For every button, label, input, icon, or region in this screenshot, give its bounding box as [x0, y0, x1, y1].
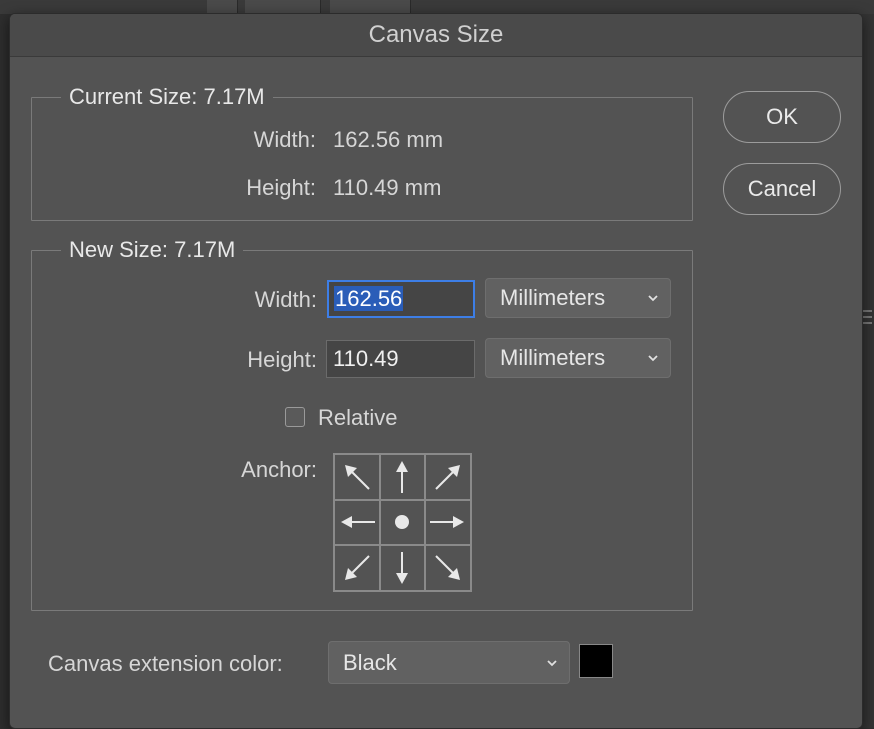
- new-height-input[interactable]: 110.49: [326, 340, 475, 378]
- anchor-grid: [333, 453, 472, 592]
- chevron-down-icon: [648, 295, 658, 302]
- arrow-down-left-icon: [344, 555, 370, 581]
- current-size-legend: Current Size: 7.17M: [69, 84, 265, 109]
- new-width-selected-text: 162.56: [334, 286, 404, 311]
- height-unit-value: Millimeters: [500, 345, 606, 370]
- ok-button[interactable]: OK: [723, 91, 841, 143]
- anchor-top[interactable]: [379, 454, 426, 500]
- extension-color-value: Black: [343, 650, 397, 675]
- new-height-label: Height:: [247, 347, 317, 372]
- anchor-bottom[interactable]: [379, 545, 426, 591]
- new-width-input[interactable]: 162.56: [327, 280, 475, 318]
- anchor-left[interactable]: [334, 499, 380, 546]
- anchor-top-left[interactable]: [334, 454, 380, 500]
- anchor-right[interactable]: [425, 499, 471, 546]
- relative-label: Relative: [318, 405, 398, 430]
- current-width-value: 162.56 mm: [333, 127, 444, 152]
- new-height-value: 110.49: [333, 346, 399, 371]
- anchor-bottom-left[interactable]: [334, 545, 380, 591]
- background-tick: [862, 316, 872, 318]
- background-tick: [862, 310, 872, 312]
- height-unit-select[interactable]: Millimeters: [485, 338, 671, 378]
- chevron-down-icon: [648, 355, 658, 362]
- arrow-left-icon: [340, 516, 375, 529]
- anchor-bottom-right[interactable]: [425, 545, 471, 591]
- cancel-button[interactable]: Cancel: [723, 163, 841, 215]
- anchor-label: Anchor:: [241, 457, 317, 482]
- background-app-toolbar: [0, 0, 874, 14]
- current-height-value: 110.49 mm: [333, 175, 442, 200]
- background-tick: [862, 322, 872, 324]
- anchor-top-right[interactable]: [425, 454, 471, 500]
- arrow-up-right-icon: [435, 464, 461, 490]
- canvas-size-dialog: Canvas Size Current Size: 7.17M Width: 1…: [9, 13, 863, 729]
- dialog-title: Canvas Size: [10, 14, 862, 57]
- current-width-label: Width:: [253, 127, 316, 152]
- anchor-center[interactable]: [379, 499, 426, 546]
- arrow-right-icon: [430, 516, 465, 529]
- anchor-center-dot-icon: [395, 515, 410, 530]
- chevron-down-icon: [547, 660, 557, 667]
- width-unit-value: Millimeters: [500, 285, 606, 310]
- background-panel-block: [330, 0, 411, 14]
- extension-color-label: Canvas extension color:: [48, 651, 283, 676]
- background-panel-block: [207, 0, 238, 14]
- arrow-up-left-icon: [344, 464, 370, 490]
- extension-color-select[interactable]: Black: [328, 641, 570, 684]
- width-unit-select[interactable]: Millimeters: [485, 278, 671, 318]
- relative-checkbox[interactable]: [285, 407, 305, 427]
- extension-color-swatch[interactable]: [579, 644, 613, 678]
- background-panel-block: [245, 0, 321, 14]
- current-height-label: Height:: [246, 175, 316, 200]
- new-size-legend: New Size: 7.17M: [69, 237, 236, 262]
- arrow-down-icon: [396, 552, 409, 585]
- arrow-up-icon: [396, 460, 409, 493]
- new-width-label: Width:: [254, 287, 317, 312]
- arrow-down-right-icon: [435, 555, 461, 581]
